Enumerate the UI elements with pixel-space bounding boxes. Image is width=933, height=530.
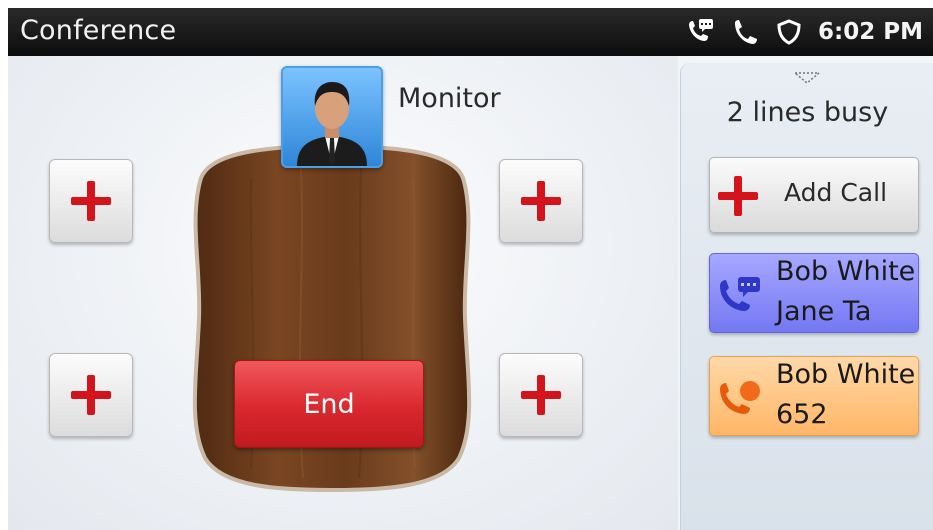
conference-screen: Conference 6:02 PM End Monitor 2 lines b… (8, 8, 933, 530)
add-participant-slot-top-right[interactable] (499, 159, 583, 243)
call-line-2[interactable]: Bob White 652 (709, 356, 919, 436)
end-conference-button[interactable]: End (234, 360, 424, 448)
plus-icon (521, 181, 561, 221)
panel-handle-icon[interactable] (789, 69, 825, 85)
plus-icon (71, 181, 111, 221)
person-avatar-icon (297, 82, 367, 166)
voicemail-phone-icon (686, 17, 716, 47)
status-bar: Conference 6:02 PM (8, 8, 933, 56)
screen-title: Conference (20, 15, 177, 46)
plus-icon (71, 375, 111, 415)
call-line-1-sub: Jane Ta (776, 296, 872, 327)
plus-icon (521, 375, 561, 415)
add-participant-slot-bottom-right[interactable] (499, 353, 583, 437)
call-lines-panel: 2 lines busy Add Call Bob White Jane Ta … (680, 63, 933, 530)
clock-time: 6:02 PM (818, 19, 923, 45)
call-line-1[interactable]: Bob White Jane Ta (709, 253, 919, 333)
add-call-label: Add Call (784, 178, 888, 207)
conference-call-icon (720, 277, 760, 311)
call-line-2-sub: 652 (776, 399, 828, 430)
participant-avatar[interactable] (281, 66, 383, 168)
add-call-button[interactable]: Add Call (709, 157, 919, 233)
call-hold-icon (720, 381, 760, 414)
add-participant-slot-bottom-left[interactable] (49, 353, 133, 437)
participant-name: Monitor (398, 83, 501, 114)
plus-icon (718, 176, 758, 216)
add-participant-slot-top-left[interactable] (49, 159, 133, 243)
lines-busy-status: 2 lines busy (726, 97, 889, 128)
phone-icon (730, 17, 760, 47)
status-icons: 6:02 PM (686, 16, 923, 48)
call-line-1-name: Bob White (776, 256, 916, 287)
call-line-2-name: Bob White (776, 359, 916, 390)
shield-icon (774, 17, 804, 47)
